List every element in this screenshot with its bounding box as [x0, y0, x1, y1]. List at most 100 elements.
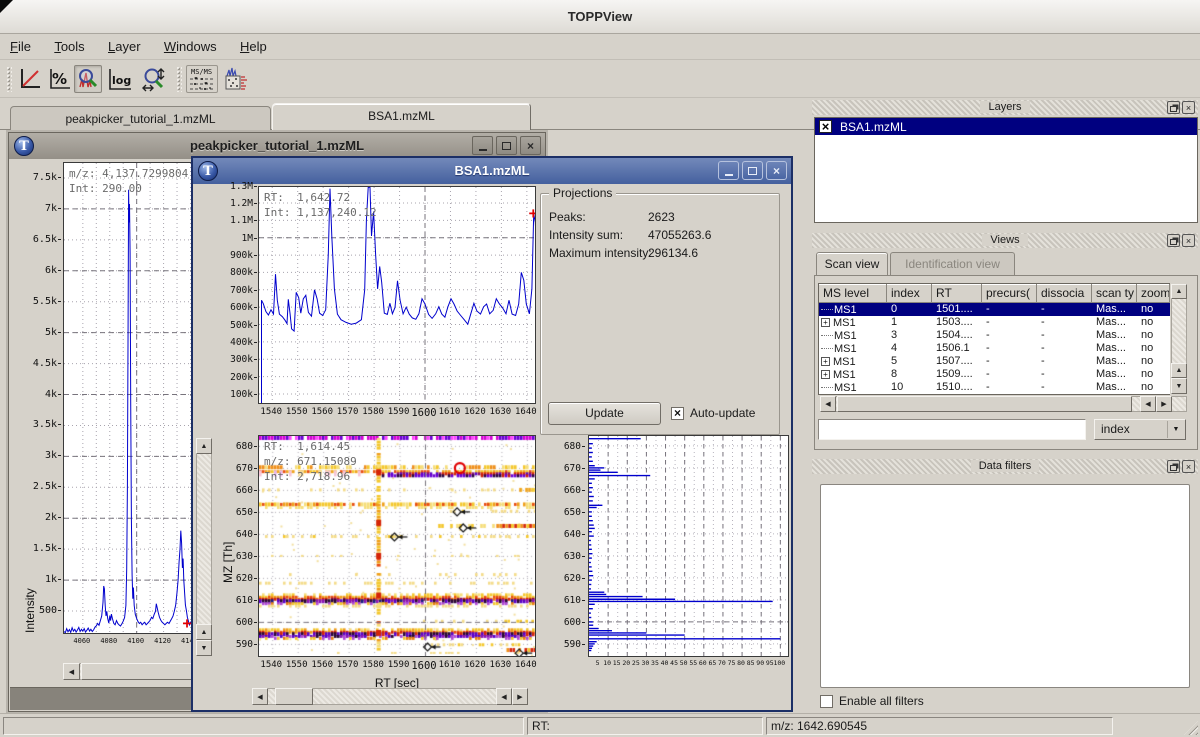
minimize-button[interactable] [472, 136, 493, 155]
table-scroll-down-button[interactable]: ▼ [1171, 378, 1187, 394]
resize-grip[interactable] [1184, 721, 1198, 735]
heatmap-scroll-left-button2[interactable]: ◀ [496, 688, 512, 705]
axis-tick-label: 620 [547, 573, 581, 584]
mz-projection-plot[interactable] [588, 435, 789, 657]
table-row[interactable]: MS1101510....--Mas...no [819, 381, 1170, 394]
axis-tick-label: 660 [547, 485, 581, 496]
table-cell: - [1037, 329, 1092, 342]
menu-tools[interactable]: Tools [44, 35, 94, 54]
heatmap-scroll-up-button2[interactable]: ▲ [196, 624, 212, 640]
table-header-index[interactable]: index [887, 284, 932, 303]
axis-tick-label: 6.5k [11, 234, 57, 245]
views-float-button[interactable] [1167, 234, 1180, 247]
datafilters-float-button[interactable] [1167, 460, 1180, 473]
axis-tick-label: 590 [547, 639, 581, 650]
tab-peakpicker-tutorial[interactable]: peakpicker_tutorial_1.mzML [10, 106, 271, 130]
bsa1-window-titlebar[interactable]: T BSA1.mzML × [193, 158, 791, 184]
layers-close-button[interactable]: × [1182, 101, 1195, 114]
close-button[interactable]: × [766, 161, 787, 180]
heatmap-scroll-right-button[interactable]: ▶ [512, 688, 528, 705]
axis-tick-label: 610 [547, 595, 581, 606]
peakpicker-window-titlebar[interactable]: T peakpicker_tutorial_1.mzML × [9, 133, 545, 159]
axis-tick-label: 600k [209, 302, 253, 313]
checkbox-box: × [671, 407, 684, 420]
zoom-mode-button[interactable] [74, 65, 102, 93]
toolbar-handle[interactable] [6, 66, 12, 92]
table-row[interactable]: +MS151507....--Mas...no [819, 355, 1170, 368]
pk-scroll-left-button[interactable]: ◀ [63, 663, 80, 680]
axis-tick-label: 100k [209, 389, 253, 400]
axis-tick-label: 3.5k [11, 419, 57, 430]
zoom-stick-button[interactable] [140, 65, 168, 93]
table-row[interactable]: MS131504....--Mas...no [819, 329, 1170, 342]
float-icon [1170, 465, 1177, 471]
table-row[interactable]: MS101501....--Mas...no [819, 303, 1170, 316]
table-scroll-left-button2[interactable]: ◀ [1140, 396, 1156, 412]
table-header-precurs-[interactable]: precurs( [982, 284, 1037, 303]
tree-expand-icon[interactable]: + [821, 318, 830, 327]
maximize-button[interactable] [742, 161, 763, 180]
axis-tick-label: 1.1M [209, 215, 253, 226]
datafilters-close-button[interactable]: × [1182, 460, 1195, 473]
heatmap-scroll-left-button[interactable]: ◀ [252, 688, 268, 705]
menu-layer[interactable]: Layer [98, 35, 151, 54]
axis-tick-label: 7k [11, 203, 57, 214]
table-header-scan-ty[interactable]: scan ty [1092, 284, 1137, 303]
update-button[interactable]: Update [548, 402, 661, 425]
maximize-button[interactable] [496, 136, 517, 155]
table-header-dissocia[interactable]: dissocia [1037, 284, 1092, 303]
main-titlebar: TOPPView [0, 0, 1200, 34]
layer-visibility-checkbox[interactable]: × [819, 120, 832, 133]
menu-file[interactable]: File [0, 35, 41, 54]
layer-item-bsa1[interactable]: × BSA1.mzML [815, 118, 1197, 135]
table-row[interactable]: MS141506.1--Mas...no [819, 342, 1170, 355]
chromatogram-plot[interactable]: RT: 1,642.72 Int: 1,137,240.12 + [258, 186, 536, 404]
auto-update-checkbox[interactable]: × Auto-update [671, 406, 755, 420]
close-button[interactable]: × [520, 136, 541, 155]
tree-expand-icon[interactable]: + [821, 357, 830, 366]
reset-zoom-button[interactable] [16, 65, 44, 93]
axis-tick-label: 610 [225, 595, 253, 606]
table-header-ms-level[interactable]: MS level [819, 284, 887, 303]
scan-search-input[interactable] [818, 419, 1086, 440]
menu-windows[interactable]: Windows [154, 35, 227, 54]
msms-view-button[interactable]: MS/MS [186, 65, 218, 93]
table-scroll-left-button[interactable]: ◀ [820, 396, 836, 412]
table-cell: no [1137, 381, 1170, 394]
tab-identification-view[interactable]: Identification view [890, 252, 1015, 275]
table-scroll-right-button[interactable]: ▶ [1156, 396, 1172, 412]
heatmap-scrollbar-thumb[interactable] [275, 688, 313, 705]
tree-expand-icon[interactable]: + [821, 370, 830, 379]
scan-filter-combobox[interactable]: index ▼ [1094, 419, 1186, 440]
intensity-percentage-button[interactable]: % [46, 65, 74, 93]
table-cell: - [1037, 316, 1092, 329]
toolbar-handle[interactable] [176, 66, 182, 92]
table-scrollbar-thumb[interactable] [837, 396, 1132, 412]
log-intensity-button[interactable]: log [106, 65, 134, 93]
heatmap-scroll-up-button[interactable]: ▲ [196, 438, 212, 454]
tab-bsa1[interactable]: BSA1.mzML [272, 103, 531, 130]
menu-help[interactable]: Help [230, 35, 277, 54]
axis-tick-label: 300k [209, 354, 253, 365]
minimize-button[interactable] [718, 161, 739, 180]
2d-view-button[interactable] [222, 65, 250, 93]
maximize-icon [748, 167, 757, 175]
table-row[interactable]: +MS111503....--Mas...no [819, 316, 1170, 329]
tab-scan-view[interactable]: Scan view [816, 252, 888, 276]
heatmap-plot[interactable]: RT: 1,614.45 m/z: 671.15089 Int: 2,718.9… [258, 435, 536, 657]
axis-tick-label: 640 [225, 529, 253, 540]
table-cell: no [1137, 368, 1170, 381]
axis-tick-label: 4.5k [11, 358, 57, 369]
axis-tick-label: 660 [225, 485, 253, 496]
axis-tick-label: 7.5k [11, 172, 57, 183]
table-header-rt[interactable]: RT [932, 284, 982, 303]
table-scroll-up-button[interactable]: ▲ [1171, 284, 1187, 299]
heatmap-scroll-down-button[interactable]: ▼ [196, 640, 212, 656]
enable-all-filters-checkbox[interactable]: Enable all filters [820, 694, 924, 708]
table-cell: - [982, 355, 1037, 368]
views-close-button[interactable]: × [1182, 234, 1195, 247]
table-header-zoom[interactable]: zoom [1137, 284, 1170, 303]
table-scroll-up-button2[interactable]: ▲ [1171, 363, 1187, 378]
table-row[interactable]: +MS181509....--Mas...no [819, 368, 1170, 381]
layers-float-button[interactable] [1167, 101, 1180, 114]
